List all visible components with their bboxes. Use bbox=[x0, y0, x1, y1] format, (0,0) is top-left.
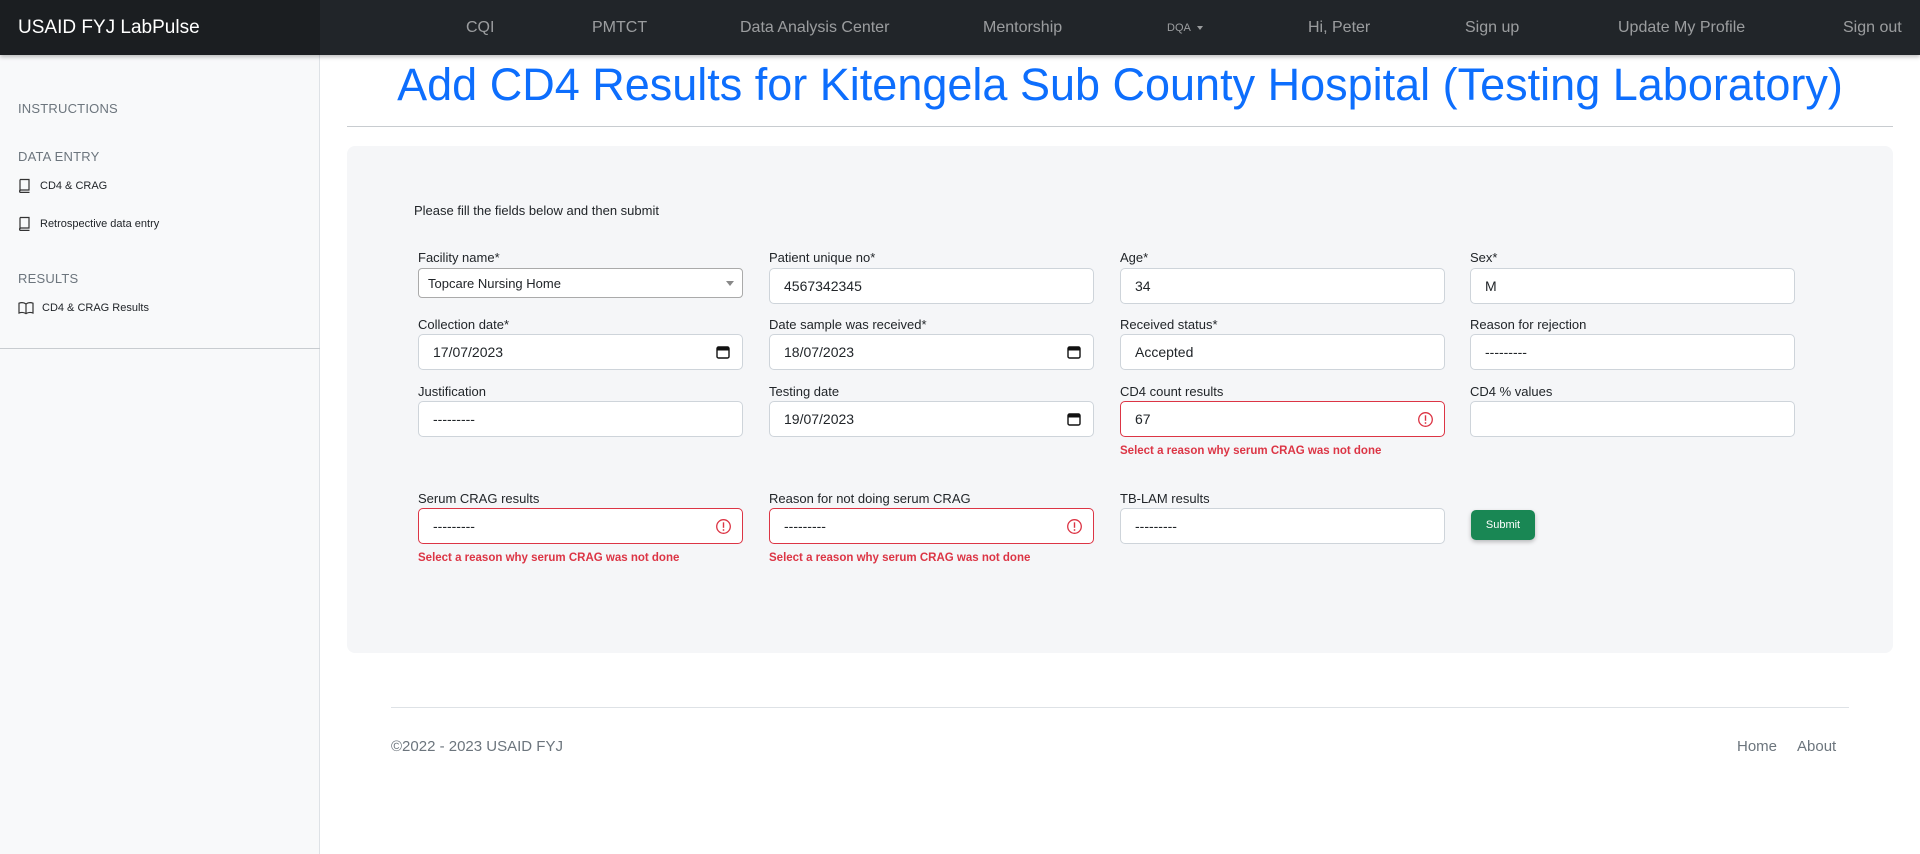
serum-crag-select[interactable]: --------- bbox=[418, 508, 743, 544]
sex-input[interactable]: M bbox=[1470, 268, 1795, 304]
sidebar-item-label: Retrospective data entry bbox=[40, 217, 160, 230]
no-crag-reason-select[interactable]: --------- bbox=[769, 508, 1094, 544]
no-crag-reason-label: Reason for not doing serum CRAG bbox=[769, 491, 971, 506]
sidebar-divider bbox=[0, 348, 320, 349]
serum-crag-value: --------- bbox=[433, 518, 475, 534]
page-title: Add CD4 Results for Kitengela Sub County… bbox=[397, 59, 1843, 110]
sidebar-item-label: CD4 & CRAG Results bbox=[42, 302, 149, 314]
nav-dqa-dropdown[interactable]: DQA bbox=[1167, 0, 1203, 55]
form-card bbox=[347, 146, 1893, 653]
sidebar: INSTRUCTIONS DATA ENTRY CD4 & CRAG Retro… bbox=[0, 55, 320, 854]
patient-no-value: 4567342345 bbox=[784, 278, 862, 294]
sex-value: M bbox=[1485, 278, 1497, 294]
calendar-icon[interactable] bbox=[716, 345, 730, 359]
cd4-count-value: 67 bbox=[1135, 411, 1151, 427]
cd4-count-error: Select a reason why serum CRAG was not d… bbox=[1120, 445, 1382, 457]
error-icon bbox=[716, 519, 731, 534]
brand-link[interactable]: USAID FYJ LabPulse bbox=[18, 17, 200, 39]
book-icon bbox=[19, 178, 30, 193]
caret-down-icon bbox=[1196, 25, 1203, 30]
testing-date-label: Testing date bbox=[769, 384, 840, 399]
rejection-reason-label: Reason for rejection bbox=[1470, 317, 1587, 332]
testing-date-input[interactable]: 19/07/2023 bbox=[769, 401, 1094, 437]
error-icon bbox=[1067, 519, 1082, 534]
cd4-count-label: CD4 count results bbox=[1120, 384, 1224, 399]
received-status-label: Received status* bbox=[1120, 317, 1218, 332]
sidebar-item-retrospective[interactable]: Retrospective data entry bbox=[18, 216, 159, 231]
facility-value: Topcare Nursing Home bbox=[428, 275, 561, 291]
footer-copyright: ©2022 - 2023 USAID FYJ bbox=[391, 738, 563, 755]
nav-sign-out[interactable]: Sign out bbox=[1843, 0, 1902, 55]
sidebar-item-cd4-crag-results[interactable]: CD4 & CRAG Results bbox=[18, 301, 149, 315]
serum-crag-label: Serum CRAG results bbox=[418, 491, 540, 506]
dropdown-arrow-icon bbox=[726, 281, 734, 286]
cd4-percent-input[interactable] bbox=[1470, 401, 1795, 437]
no-crag-reason-error: Select a reason why serum CRAG was not d… bbox=[769, 552, 1031, 564]
nav-cqi[interactable]: CQI bbox=[466, 0, 494, 55]
received-date-label: Date sample was received* bbox=[769, 317, 927, 332]
age-input[interactable]: 34 bbox=[1120, 268, 1445, 304]
justification-label: Justification bbox=[418, 384, 486, 399]
nav-dqa-label: DQA bbox=[1167, 21, 1191, 34]
received-status-select[interactable]: Accepted bbox=[1120, 334, 1445, 370]
justification-select[interactable]: --------- bbox=[418, 401, 743, 437]
nav-pmtct[interactable]: PMTCT bbox=[592, 0, 647, 55]
cd4-count-input[interactable]: 67 bbox=[1120, 401, 1445, 437]
calendar-icon[interactable] bbox=[1067, 345, 1081, 359]
brand-area: USAID FYJ LabPulse bbox=[0, 0, 320, 55]
sidebar-heading-data-entry: DATA ENTRY bbox=[18, 149, 100, 164]
collection-date-input[interactable]: 17/07/2023 bbox=[418, 334, 743, 370]
facility-select[interactable]: Topcare Nursing Home bbox=[418, 268, 743, 298]
received-date-value: 18/07/2023 bbox=[784, 344, 855, 360]
submit-button[interactable]: Submit bbox=[1471, 510, 1535, 540]
book-icon bbox=[19, 216, 30, 231]
sex-label: Sex* bbox=[1470, 250, 1498, 265]
patient-no-input[interactable]: 4567342345 bbox=[769, 268, 1094, 304]
testing-date-value: 19/07/2023 bbox=[784, 411, 855, 427]
footer-about-link[interactable]: About bbox=[1797, 738, 1836, 755]
rejection-reason-select[interactable]: --------- bbox=[1470, 334, 1795, 370]
calendar-icon[interactable] bbox=[1067, 412, 1081, 426]
tb-lam-select[interactable]: --------- bbox=[1120, 508, 1445, 544]
no-crag-reason-value: --------- bbox=[784, 518, 826, 534]
nav-data-analysis-center[interactable]: Data Analysis Center bbox=[740, 0, 889, 55]
age-label: Age* bbox=[1120, 250, 1149, 265]
facility-label: Facility name* bbox=[418, 250, 500, 265]
sidebar-item-cd4-crag[interactable]: CD4 & CRAG bbox=[18, 178, 107, 193]
tb-lam-label: TB-LAM results bbox=[1120, 491, 1210, 506]
footer-home-link[interactable]: Home bbox=[1737, 738, 1777, 755]
footer-divider bbox=[391, 707, 1849, 708]
collection-date-label: Collection date* bbox=[418, 317, 510, 332]
rejection-reason-value: --------- bbox=[1485, 344, 1527, 360]
nav-mentorship[interactable]: Mentorship bbox=[983, 0, 1062, 55]
nav-sign-up[interactable]: Sign up bbox=[1465, 0, 1519, 55]
patient-no-label: Patient unique no* bbox=[769, 250, 876, 265]
collection-date-value: 17/07/2023 bbox=[433, 344, 504, 360]
sidebar-heading-results: RESULTS bbox=[18, 271, 79, 286]
error-icon bbox=[1418, 412, 1433, 427]
received-status-value: Accepted bbox=[1135, 344, 1194, 360]
sidebar-heading-instructions[interactable]: INSTRUCTIONS bbox=[18, 101, 118, 116]
received-date-input[interactable]: 18/07/2023 bbox=[769, 334, 1094, 370]
title-divider bbox=[347, 126, 1893, 127]
nav-update-profile[interactable]: Update My Profile bbox=[1618, 0, 1745, 55]
cd4-percent-label: CD4 % values bbox=[1470, 384, 1553, 399]
tb-lam-value: --------- bbox=[1135, 518, 1177, 534]
justification-value: --------- bbox=[433, 411, 475, 427]
sidebar-item-label: CD4 & CRAG bbox=[40, 179, 108, 192]
form-instructions: Please fill the fields below and then su… bbox=[414, 203, 659, 218]
serum-crag-error: Select a reason why serum CRAG was not d… bbox=[418, 552, 680, 564]
nav-greeting[interactable]: Hi, Peter bbox=[1308, 0, 1370, 55]
open-book-icon bbox=[18, 302, 34, 315]
age-value: 34 bbox=[1135, 278, 1151, 294]
